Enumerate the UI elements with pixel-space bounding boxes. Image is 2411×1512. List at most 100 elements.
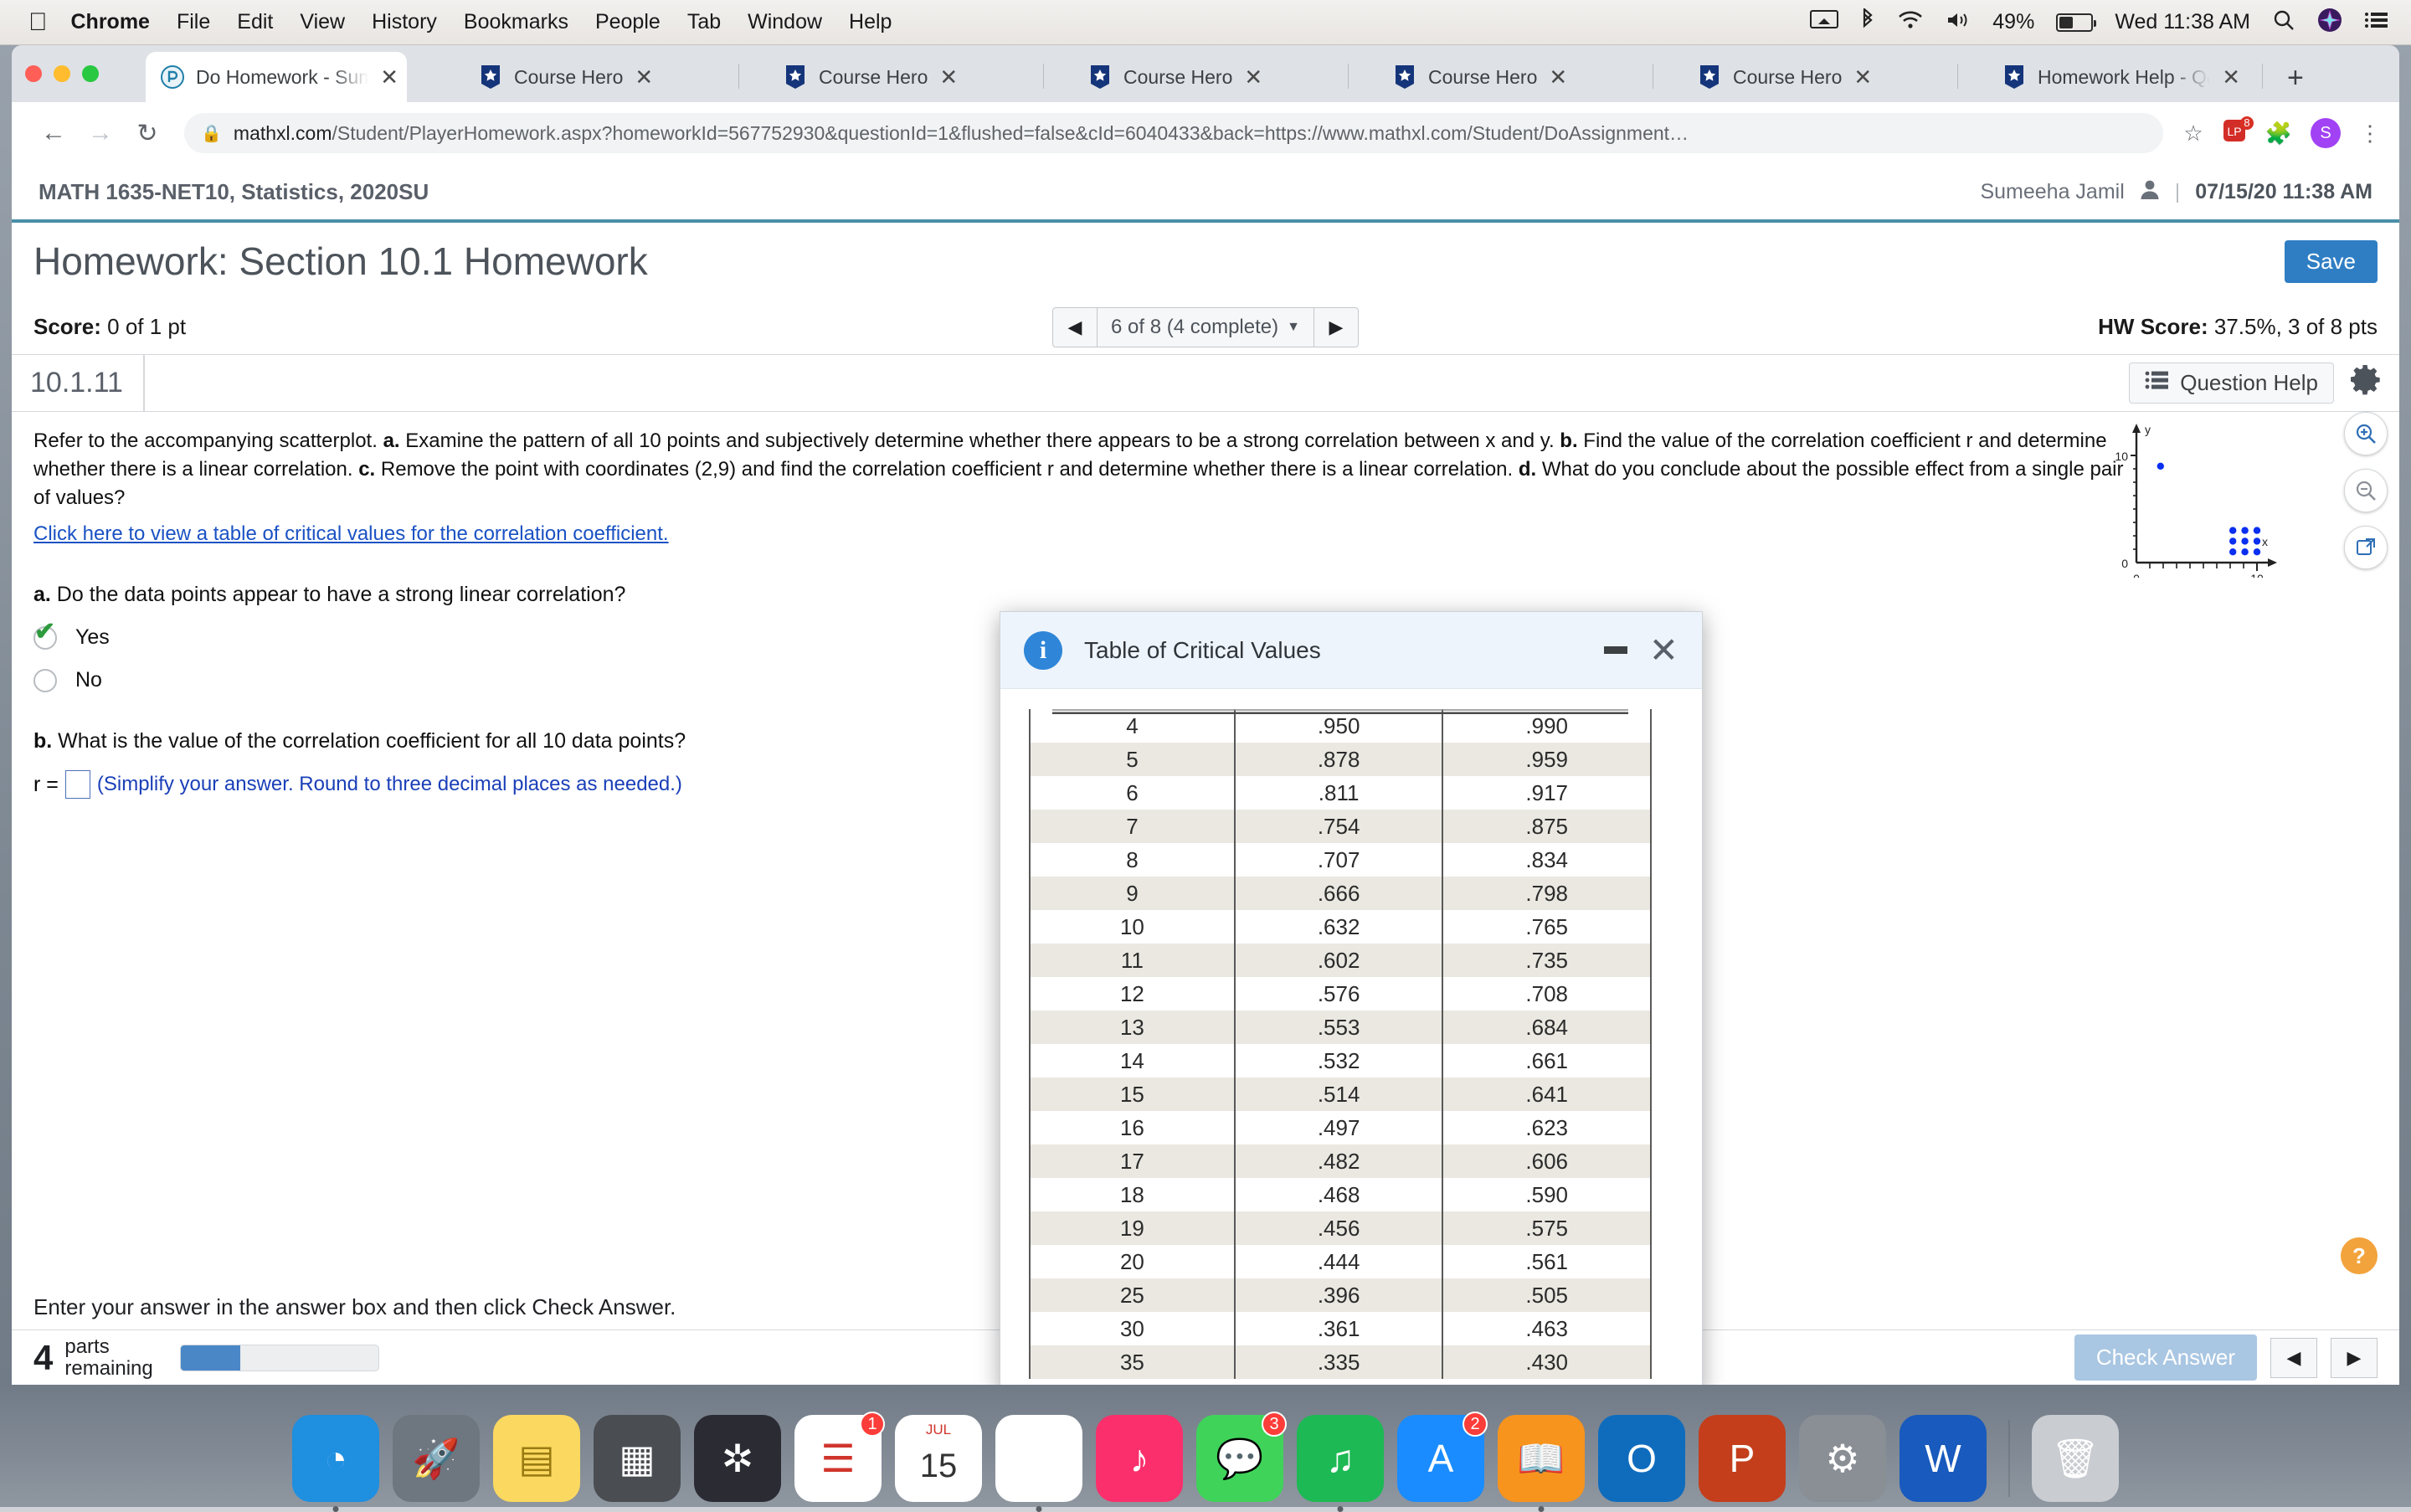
close-tab-icon-3[interactable]: ✕ <box>1244 66 1262 88</box>
gear-icon[interactable] <box>2349 363 2381 403</box>
browser-tab-3[interactable]: Course Hero ✕ <box>1073 52 1334 102</box>
critical-values-link[interactable]: Click here to view a table of critical v… <box>33 522 669 546</box>
forward-button[interactable]: → <box>77 119 124 147</box>
radio-yes-input[interactable] <box>33 626 57 650</box>
menu-item-history[interactable]: History <box>372 10 437 34</box>
close-dialog-button[interactable]: ✕ <box>1649 633 1678 668</box>
dock-item-word[interactable]: W <box>1899 1415 1987 1502</box>
maximize-window-button[interactable] <box>82 65 99 82</box>
menu-item-chrome[interactable]: Chrome <box>71 10 150 34</box>
menu-item-edit[interactable]: Edit <box>237 10 273 34</box>
radio-no-input[interactable] <box>33 669 57 692</box>
question-selector[interactable]: 6 of 8 (4 complete) ▼ <box>1097 308 1314 347</box>
profile-avatar[interactable]: S <box>2311 118 2341 148</box>
screen-mirroring-icon[interactable] <box>1810 10 1838 34</box>
help-icon[interactable]: ? <box>2341 1237 2378 1274</box>
scatter-point <box>2157 463 2164 470</box>
dock-item-app-store[interactable]: A2 <box>1397 1415 1484 1502</box>
dock-item-notes[interactable]: ▤ <box>493 1415 580 1502</box>
dock-separator <box>2008 1420 2010 1497</box>
wifi-icon[interactable] <box>1897 10 1924 34</box>
dock-item-launchpad[interactable]: 🚀 <box>393 1415 480 1502</box>
volume-icon[interactable] <box>1946 10 1971 34</box>
menu-item-file[interactable]: File <box>177 10 210 34</box>
close-tab-icon-5[interactable]: ✕ <box>1853 66 1872 88</box>
expand-icon[interactable] <box>2344 526 2388 569</box>
menu-item-people[interactable]: People <box>595 10 661 34</box>
minimize-window-button[interactable] <box>54 65 70 82</box>
menu-item-view[interactable]: View <box>300 10 345 34</box>
tab-strip: Do Homework - Sum ✕ Course Hero ✕ Course… <box>12 45 2399 102</box>
new-tab-button[interactable]: + <box>2287 64 2304 92</box>
question-prompt: Refer to the accompanying scatterplot. a… <box>33 427 2126 512</box>
zoom-out-icon[interactable] <box>2344 469 2388 512</box>
dock-item-system-preferences[interactable]: ⚙ <box>1799 1415 1886 1502</box>
browser-tab-5[interactable]: Course Hero ✕ <box>1683 52 1944 102</box>
browser-tab-0[interactable]: Do Homework - Sum ✕ <box>146 52 407 102</box>
browser-tab-6[interactable]: Homework Help - Q& ✕ <box>1987 52 2249 102</box>
table-cell-alpha01: .875 <box>1442 810 1651 843</box>
svg-text:x: x <box>2262 535 2268 548</box>
dock-item-outlook[interactable]: O <box>1598 1415 1685 1502</box>
zoom-in-icon[interactable] <box>2344 412 2388 455</box>
dock-item-calendar[interactable]: 15JUL <box>895 1415 982 1502</box>
extension-lastpass-icon[interactable]: LP 8 <box>2222 118 2247 149</box>
extensions-puzzle-icon[interactable]: 🧩 <box>2265 121 2292 147</box>
user-icon[interactable] <box>2140 178 2160 206</box>
r-answer-input[interactable] <box>65 770 90 799</box>
check-answer-button[interactable]: Check Answer <box>2074 1335 2257 1381</box>
scatterplot: y x 10 0 <box>2106 419 2299 578</box>
next-question-button[interactable]: ▶ <box>1314 316 1358 338</box>
dock-item-spotify[interactable]: ♫ <box>1297 1415 1384 1502</box>
close-tab-icon-4[interactable]: ✕ <box>1549 66 1567 88</box>
dock-item-calculator[interactable]: ▦ <box>594 1415 681 1502</box>
dialog-body[interactable]: 4.950.9905.878.9596.811.9177.754.8758.70… <box>1000 689 1702 1385</box>
close-tab-icon-0[interactable]: ✕ <box>380 66 398 88</box>
siri-icon[interactable] <box>2317 8 2342 37</box>
close-tab-icon-1[interactable]: ✕ <box>635 66 653 88</box>
dock-item-chrome[interactable]: ◉ <box>995 1415 1082 1502</box>
spotlight-search-icon[interactable] <box>2272 8 2295 36</box>
control-center-icon[interactable] <box>2364 10 2389 34</box>
previous-part-button[interactable]: ◀ <box>2270 1338 2317 1378</box>
reload-button[interactable]: ↻ <box>124 119 171 148</box>
menu-item-window[interactable]: Window <box>748 10 822 34</box>
hw-score-label: HW Score: <box>2098 314 2208 339</box>
close-window-button[interactable] <box>25 65 42 82</box>
menu-item-bookmarks[interactable]: Bookmarks <box>464 10 568 34</box>
apple-menu-icon[interactable]:  <box>28 10 48 35</box>
bluetooth-icon[interactable] <box>1860 8 1875 36</box>
save-button[interactable]: Save <box>2285 240 2378 283</box>
dock-item-messages[interactable]: 💬3 <box>1196 1415 1283 1502</box>
dock-icon-glyph: 🗑 <box>2051 1436 2100 1482</box>
r-label: r = <box>33 773 59 797</box>
browser-tab-1[interactable]: Course Hero ✕ <box>464 52 725 102</box>
menu-item-help[interactable]: Help <box>849 10 892 34</box>
dock-item-powerpoint[interactable]: P <box>1699 1415 1786 1502</box>
question-navigator[interactable]: ◀ 6 of 8 (4 complete) ▼ ▶ <box>1052 307 1359 347</box>
dock-item-books[interactable]: 📖 <box>1498 1415 1585 1502</box>
browser-tab-2[interactable]: Course Hero ✕ <box>769 52 1030 102</box>
question-help-button[interactable]: Question Help <box>2129 363 2334 404</box>
browser-tab-4[interactable]: Course Hero ✕ <box>1378 52 1639 102</box>
part-a-text: Do the data points appear to have a stro… <box>51 583 626 606</box>
dock-item-trash[interactable]: 🗑 <box>2032 1415 2119 1502</box>
bookmark-star-icon[interactable]: ☆ <box>2183 121 2203 147</box>
page-title: Homework: Section 10.1 Homework <box>33 239 648 284</box>
back-button[interactable]: ← <box>30 119 77 147</box>
dock-icon-glyph: W <box>1925 1436 1961 1481</box>
menu-item-tab[interactable]: Tab <box>687 10 721 34</box>
minimize-dialog-button[interactable] <box>1604 646 1627 654</box>
previous-question-button[interactable]: ◀ <box>1053 316 1097 338</box>
close-tab-icon-2[interactable]: ✕ <box>939 66 958 88</box>
dock-item-itunes[interactable]: ♪ <box>1096 1415 1183 1502</box>
address-bar[interactable]: 🔒 mathxl.com/Student/PlayerHomework.aspx… <box>184 113 2163 153</box>
dock-item-finder[interactable]: ◔ <box>292 1415 379 1502</box>
next-part-button[interactable]: ▶ <box>2331 1338 2378 1378</box>
dock-item-photos[interactable]: ✲ <box>694 1415 781 1502</box>
chrome-menu-icon[interactable]: ⋮ <box>2359 121 2381 147</box>
dock-item-reminders[interactable]: ☰1 <box>794 1415 882 1502</box>
close-tab-icon-6[interactable]: ✕ <box>2222 66 2240 88</box>
window-controls[interactable] <box>25 65 99 82</box>
dock-icon-glyph: ◉ <box>1022 1436 1056 1481</box>
